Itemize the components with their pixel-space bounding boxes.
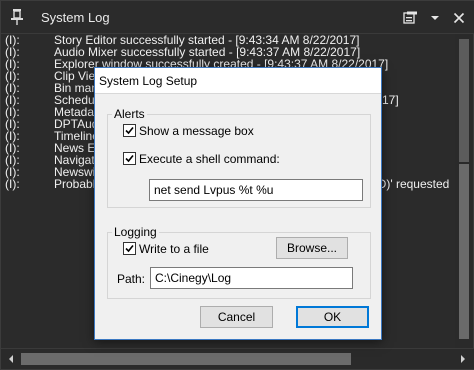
shell-command-input[interactable]: net send Lvpus %t %u [149,179,363,201]
logging-group: Logging Write to a file Browse... Path: … [107,225,371,299]
chevron-down-icon[interactable] [427,10,443,26]
horizontal-scrollbar[interactable] [1,348,474,369]
show-message-box-checkbox[interactable] [123,124,136,137]
browse-button[interactable]: Browse... [276,237,348,259]
show-message-box-label: Show a message box [139,124,254,138]
path-input[interactable]: C:\Cinegy\Log [150,267,353,289]
alerts-group: Alerts Show a message box Execute a shel… [107,107,371,208]
dialog-titlebar: System Log Setup [95,68,381,94]
execute-shell-command-label: Execute a shell command: [139,152,280,166]
alerts-group-label: Alerts [112,107,147,121]
write-to-file-label: Write to a file [139,242,209,256]
log-message-tail: 17] [382,93,399,107]
write-to-file-checkbox[interactable] [123,242,136,255]
close-icon[interactable] [451,10,467,26]
horizontal-scroll-thumb[interactable] [21,353,351,365]
vertical-scroll-track [459,39,469,162]
scroll-left-icon[interactable] [5,353,17,365]
scroll-right-icon[interactable] [457,353,469,365]
cancel-button[interactable]: Cancel [200,306,273,328]
vertical-scrollbar[interactable] [455,34,473,349]
execute-shell-command-checkbox[interactable] [123,152,136,165]
log-level: (I): [5,177,20,191]
window-settings-icon[interactable] [403,10,419,26]
vertical-scroll-thumb[interactable] [459,164,469,339]
logging-group-label: Logging [112,225,159,239]
ok-button[interactable]: OK [296,306,369,328]
titlebar-controls [403,8,467,28]
dialog-title: System Log Setup [99,74,198,88]
system-log-setup-dialog: System Log Setup Alerts Show a message b… [94,67,382,340]
window-titlebar: System Log [1,1,474,34]
pin-icon[interactable] [9,8,25,26]
window-title: System Log [41,10,110,25]
path-label: Path: [117,272,146,286]
